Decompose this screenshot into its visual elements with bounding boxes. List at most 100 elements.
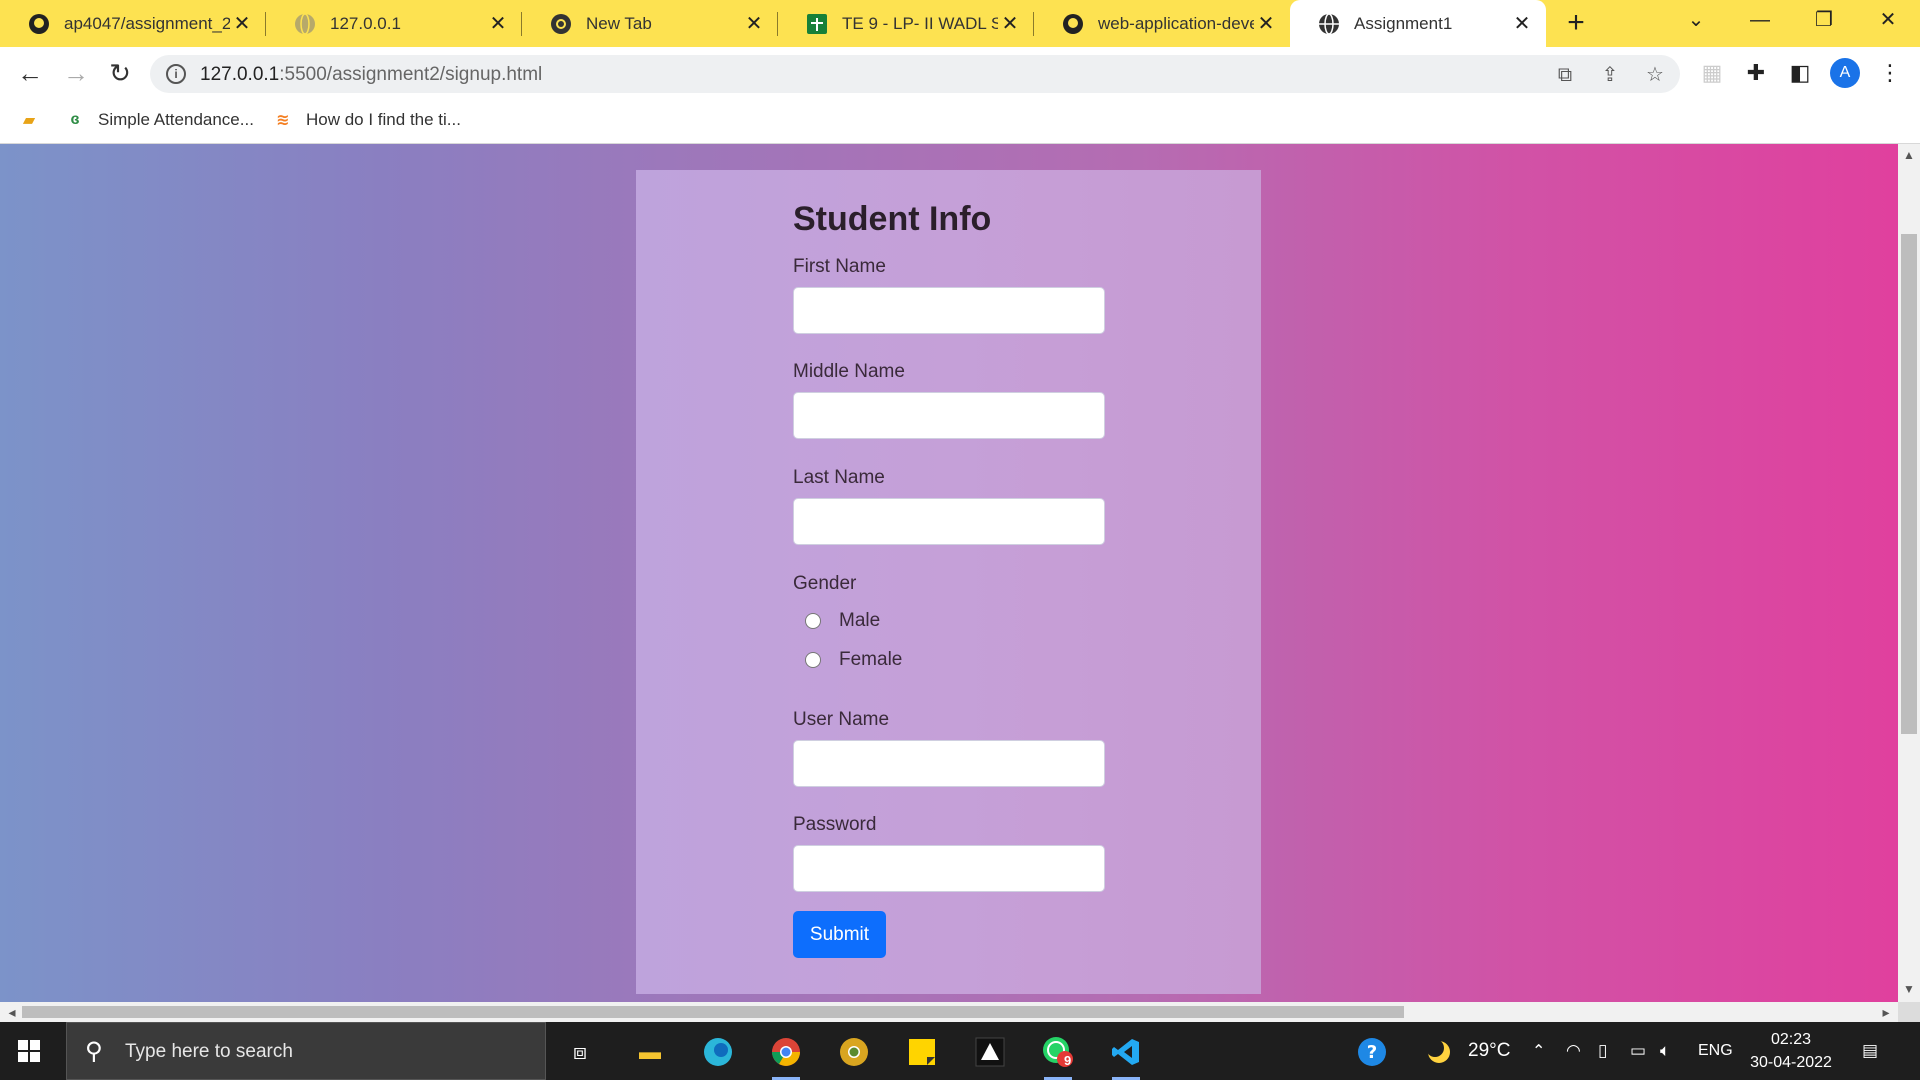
male-label: Male — [839, 610, 881, 631]
wifi-icon[interactable]: ◠ — [1566, 1022, 1581, 1080]
tab-new-tab[interactable]: New Tab ✕ — [522, 0, 778, 47]
bookmark-label: Simple Attendance... — [98, 110, 254, 129]
extensions-puzzle-icon[interactable]: ✚ — [1742, 59, 1770, 87]
globe-icon — [1318, 12, 1340, 35]
language-indicator[interactable]: ENG — [1698, 1022, 1733, 1080]
bookmark-star-icon[interactable]: ☆ — [1643, 63, 1667, 87]
address-bar[interactable]: i 127.0.0.1:5500/assignment2/signup.html… — [150, 55, 1680, 93]
page-viewport: Student Info First Name Middle Name Last… — [0, 144, 1898, 1002]
chrome-taskbar-icon[interactable] — [766, 1032, 806, 1080]
clock-date: 30-04-2022 — [1750, 1054, 1832, 1071]
sheets-icon — [806, 13, 828, 35]
edge-icon[interactable] — [698, 1032, 738, 1072]
scroll-down-arrow-icon[interactable]: ▼ — [1898, 982, 1920, 996]
gender-option-female[interactable]: Female — [805, 649, 902, 671]
sticky-notes-icon[interactable] — [902, 1032, 942, 1072]
tab-close-icon[interactable]: ✕ — [1510, 11, 1534, 36]
tab-title: ap4047/assignment_2 — [64, 13, 230, 33]
volume-icon[interactable]: 🔈︎ — [1660, 1022, 1670, 1080]
app-warning-icon[interactable] — [970, 1032, 1010, 1072]
site-info-icon[interactable]: i — [166, 64, 186, 84]
whatsapp-icon[interactable]: 9 — [1038, 1032, 1078, 1080]
username-label: User Name — [793, 709, 890, 730]
browser-toolbar: ← → ↻ i 127.0.0.1:5500/assignment2/signu… — [0, 47, 1920, 99]
share-icon[interactable]: ⇪ — [1598, 63, 1622, 87]
github-icon — [1062, 13, 1084, 35]
file-explorer-icon[interactable]: ▬ — [630, 1032, 670, 1072]
tab-localhost[interactable]: 127.0.0.1 ✕ — [266, 0, 522, 47]
female-radio[interactable] — [805, 652, 821, 668]
tray-chevron-up-icon[interactable]: ⌃ — [1532, 1022, 1545, 1080]
form-card: Student Info First Name Middle Name Last… — [636, 170, 1261, 994]
scroll-right-arrow-icon[interactable]: ▸ — [1876, 1002, 1896, 1022]
horizontal-scroll-thumb[interactable] — [22, 1006, 1404, 1018]
profile-avatar[interactable]: A — [1830, 58, 1860, 88]
notifications-icon[interactable]: ▤ — [1862, 1022, 1878, 1080]
minimize-button[interactable]: — — [1740, 4, 1780, 36]
restore-button[interactable]: ❐ — [1804, 4, 1844, 36]
close-window-button[interactable]: ✕ — [1868, 4, 1908, 36]
username-input[interactable] — [793, 740, 1105, 787]
weather-moon-icon[interactable] — [1420, 1032, 1460, 1072]
task-view-icon[interactable]: ⧈ — [560, 1032, 600, 1072]
weather-temperature[interactable]: 29°C — [1468, 1022, 1510, 1080]
horizontal-scrollbar[interactable]: ◂ ▸ — [0, 1002, 1898, 1022]
bookmark-item-book[interactable]: ▰ — [18, 109, 52, 131]
first-name-input[interactable] — [793, 287, 1105, 334]
bookmark-item-stackoverflow[interactable]: ≋ How do I find the ti... — [272, 109, 461, 131]
back-arrow-icon[interactable]: ← — [14, 57, 46, 89]
vscode-icon[interactable] — [1106, 1032, 1146, 1080]
tab-title: 127.0.0.1 — [330, 13, 401, 33]
tab-assignment1[interactable]: Assignment1 ✕ — [1290, 0, 1546, 47]
clock-time: 02:23 — [1770, 1031, 1812, 1048]
middle-name-input[interactable] — [793, 392, 1105, 439]
bookmark-item-attendance[interactable]: ɞ Simple Attendance... — [64, 109, 254, 131]
password-input[interactable] — [793, 845, 1105, 892]
gender-option-male[interactable]: Male — [805, 610, 880, 632]
taskbar-search-placeholder: Type here to search — [125, 1041, 293, 1062]
extension-placeholder-icon[interactable]: ▦ — [1698, 59, 1726, 87]
chrome-icon — [550, 13, 572, 35]
bookmark-label: How do I find the ti... — [306, 110, 461, 129]
forward-arrow-icon[interactable]: → — [60, 57, 92, 89]
tab-sheets[interactable]: TE 9 - LP- II WADL Sub ✕ — [778, 0, 1034, 47]
taskbar-search[interactable]: ⚲ Type here to search — [66, 1022, 546, 1080]
last-name-input[interactable] — [793, 498, 1105, 545]
tab-close-icon[interactable]: ✕ — [998, 11, 1022, 36]
svg-text:?: ? — [1367, 1042, 1377, 1063]
taskbar-clock[interactable]: 02:23 30-04-2022 — [1742, 1028, 1840, 1074]
vertical-scrollbar[interactable]: ▲ ▼ — [1898, 144, 1920, 1002]
submit-button[interactable]: Submit — [793, 911, 886, 958]
new-tab-button[interactable]: + — [1560, 6, 1592, 40]
tab-github-assignment[interactable]: ap4047/assignment_2 ✕ — [0, 0, 266, 47]
tab-title: Assignment1 — [1354, 13, 1453, 33]
tab-close-icon[interactable]: ✕ — [230, 11, 254, 36]
tab-title: TE 9 - LP- II WADL Sub — [842, 13, 998, 33]
scroll-left-arrow-icon[interactable]: ◂ — [2, 1002, 22, 1022]
tab-github-webapp[interactable]: web-application-devel ✕ — [1034, 0, 1290, 47]
help-icon[interactable]: ? — [1352, 1032, 1392, 1072]
scroll-up-arrow-icon[interactable]: ▲ — [1898, 148, 1920, 162]
tab-close-icon[interactable]: ✕ — [1254, 11, 1278, 36]
menu-kebab-icon[interactable]: ⋮ — [1876, 59, 1904, 87]
reload-icon[interactable]: ↻ — [104, 57, 136, 89]
device-icon[interactable]: ▯ — [1598, 1022, 1607, 1080]
address-url[interactable]: 127.0.0.1:5500/assignment2/signup.html — [200, 64, 542, 86]
tab-search-dropdown-icon[interactable]: ⌄ — [1676, 4, 1716, 36]
first-name-label: First Name — [793, 256, 886, 277]
translate-icon[interactable]: ⧉ — [1553, 63, 1577, 87]
tab-close-icon[interactable]: ✕ — [486, 11, 510, 36]
tab-title: New Tab — [586, 13, 652, 33]
battery-icon[interactable]: ▭ — [1630, 1022, 1646, 1080]
windows-start-icon[interactable] — [18, 1040, 40, 1062]
url-path: :5500/assignment2/signup.html — [279, 64, 543, 85]
tab-strip: ap4047/assignment_2 ✕ 127.0.0.1 ✕ New Ta… — [0, 0, 1920, 47]
chrome-canary-icon[interactable] — [834, 1032, 874, 1072]
male-radio[interactable] — [805, 613, 821, 629]
side-panel-icon[interactable]: ◧ — [1786, 59, 1814, 87]
password-label: Password — [793, 814, 877, 835]
bookmark-book-icon: ▰ — [22, 112, 36, 129]
female-label: Female — [839, 649, 903, 670]
vertical-scroll-thumb[interactable] — [1901, 234, 1917, 734]
tab-close-icon[interactable]: ✕ — [742, 11, 766, 36]
